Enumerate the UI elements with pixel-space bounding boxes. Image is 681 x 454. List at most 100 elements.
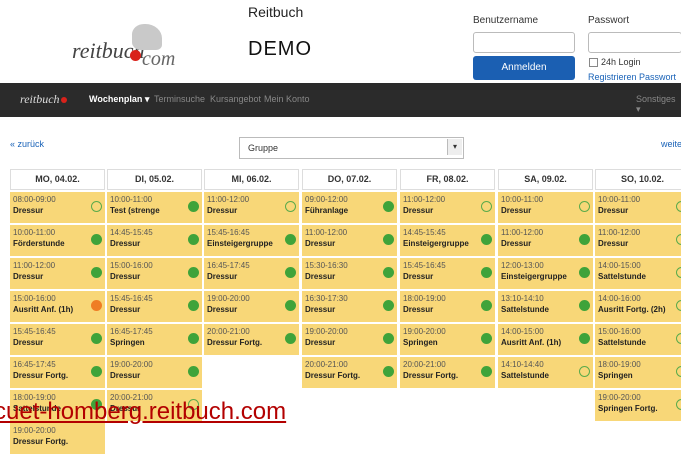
lesson-slot[interactable]: 14:45-15:45 Einsteigergruppe <box>400 225 495 256</box>
remember-checkbox[interactable]: 24h Login <box>589 57 641 68</box>
booked-dot-icon <box>481 300 492 311</box>
lesson-slot[interactable]: 15:45-16:45 Dressur <box>400 258 495 289</box>
slot-time: 15:45-16:45 <box>13 327 56 336</box>
nav-item-mein-konto[interactable]: Mein Konto <box>264 94 310 104</box>
lesson-slot[interactable]: 15:30-16:30 Dressur <box>302 258 397 289</box>
demo-title: DEMO <box>248 38 312 60</box>
site-url-link[interactable]: cuet-homberg.reitbuch.com <box>0 398 286 426</box>
lesson-slot[interactable]: 20:00-21:00 Dressur Fortg. <box>400 357 495 388</box>
lesson-slot[interactable]: 15:45-16:45 Dressur <box>10 324 105 355</box>
booked-dot-icon <box>285 333 296 344</box>
password-input[interactable] <box>588 32 681 53</box>
checkbox-icon <box>589 58 598 68</box>
register-link[interactable]: Registrieren Passwort <box>588 72 676 82</box>
lesson-slot[interactable]: 14:10-14:40 Sattelstunde <box>498 357 593 388</box>
slot-title: Einsteigergruppe <box>207 239 273 248</box>
lesson-slot[interactable]: 19:00-20:00 Dressur <box>107 357 202 388</box>
slot-title: Dressur <box>13 338 44 347</box>
lesson-slot[interactable]: 14:00-16:00 Ausritt Fortg. (2h) <box>595 291 681 322</box>
login-button[interactable]: Anmelden <box>473 56 575 80</box>
booked-dot-icon <box>188 267 199 278</box>
lesson-slot[interactable]: 14:00-15:00 Sattelstunde <box>595 258 681 289</box>
day-header: FR, 08.02. <box>400 169 495 190</box>
lesson-slot[interactable]: 20:00-21:00 Dressur Fortg. <box>204 324 299 355</box>
lesson-slot[interactable]: 10:00-11:00 Dressur <box>498 192 593 223</box>
slot-time: 20:00-21:00 <box>305 360 348 369</box>
lesson-slot[interactable]: 11:00-12:00 Dressur <box>400 192 495 223</box>
header: reitbuch com Reitbuch DEMO Benutzername … <box>0 0 681 83</box>
group-select[interactable]: Gruppe ▾ <box>239 137 464 159</box>
forward-link[interactable]: weite <box>661 139 681 149</box>
nav-item-sonstiges[interactable]: Sonstiges ▾ <box>636 94 681 115</box>
lesson-slot[interactable]: 15:00-16:00 Ausritt Anf. (1h) <box>10 291 105 322</box>
booked-dot-icon <box>285 300 296 311</box>
available-circle-icon <box>676 399 681 410</box>
lesson-slot[interactable]: 11:00-12:00 Dressur <box>204 192 299 223</box>
slot-title: Dressur <box>13 272 44 281</box>
lesson-slot[interactable]: 18:00-19:00 Dressur <box>400 291 495 322</box>
lesson-slot[interactable]: 16:45-17:45 Dressur Fortg. <box>10 357 105 388</box>
lesson-slot[interactable]: 10:00-11:00 Test (strenge <box>107 192 202 223</box>
nav-item-wochenplan[interactable]: Wochenplan ▾ <box>89 94 149 105</box>
slot-title: Einsteigergruppe <box>403 239 469 248</box>
username-input[interactable] <box>473 32 575 53</box>
slot-title: Dressur <box>598 239 629 248</box>
nav-logo-text: reitbuch <box>20 92 60 106</box>
nav-item-terminsuche[interactable]: Terminsuche <box>154 94 205 104</box>
lesson-slot[interactable]: 15:00-16:00 Sattelstunde <box>595 324 681 355</box>
booked-dot-icon <box>383 300 394 311</box>
lesson-slot[interactable]: 11:00-12:00 Dressur <box>595 225 681 256</box>
slot-title: Dressur <box>110 272 141 281</box>
lesson-slot[interactable]: 16:45-17:45 Dressur <box>204 258 299 289</box>
lesson-slot[interactable]: 14:45-15:45 Dressur <box>107 225 202 256</box>
slot-time: 19:00-20:00 <box>403 327 446 336</box>
lesson-slot[interactable]: 11:00-12:00 Dressur <box>498 225 593 256</box>
lesson-slot[interactable]: 20:00-21:00 Dressur Fortg. <box>302 357 397 388</box>
lesson-slot[interactable]: 14:00-15:00 Ausritt Anf. (1h) <box>498 324 593 355</box>
slot-time: 19:00-20:00 <box>207 294 250 303</box>
day-header: MO, 04.02. <box>10 169 105 190</box>
lesson-slot[interactable]: 19:00-20:00 Dressur <box>204 291 299 322</box>
lesson-slot[interactable]: 18:00-19:00 Springen <box>595 357 681 388</box>
group-select-value: Gruppe <box>248 143 279 153</box>
lesson-slot[interactable]: 15:00-16:00 Dressur <box>107 258 202 289</box>
lesson-slot[interactable]: 16:30-17:30 Dressur <box>302 291 397 322</box>
slot-title: Springen <box>598 371 633 380</box>
lesson-slot[interactable]: 12:00-13:00 Einsteigergruppe <box>498 258 593 289</box>
slot-time: 08:00-09:00 <box>13 195 56 204</box>
lesson-slot[interactable]: 19:00-20:00 Springen Fortg. <box>595 390 681 421</box>
slot-title: Springen <box>110 338 145 347</box>
lesson-slot[interactable]: 11:00-12:00 Dressur <box>10 258 105 289</box>
booked-dot-icon <box>188 201 199 212</box>
slot-title: Dressur Fortg. <box>13 371 69 380</box>
nav-item-kursangebot[interactable]: Kursangebot <box>210 94 261 104</box>
slot-time: 18:00-19:00 <box>403 294 446 303</box>
booked-dot-icon <box>91 366 102 377</box>
booked-dot-icon <box>383 267 394 278</box>
lesson-slot[interactable]: 13:10-14:10 Sattelstunde <box>498 291 593 322</box>
lesson-slot[interactable]: 10:00-11:00 Dressur <box>595 192 681 223</box>
lesson-slot[interactable]: 08:00-09:00 Dressur <box>10 192 105 223</box>
available-circle-icon <box>676 201 681 212</box>
remember-label: 24h Login <box>601 57 641 67</box>
lesson-slot[interactable]: 11:00-12:00 Dressur <box>302 225 397 256</box>
slot-title: Dressur <box>110 371 141 380</box>
back-link[interactable]: « zurück <box>10 139 44 149</box>
lesson-slot[interactable]: 15:45-16:45 Dressur <box>107 291 202 322</box>
slot-title: Führanlage <box>305 206 349 215</box>
nav-logo[interactable]: reitbuch <box>20 92 67 107</box>
waitlist-dot-icon <box>91 300 102 311</box>
lesson-slot[interactable]: 19:00-20:00 Dressur <box>302 324 397 355</box>
available-circle-icon <box>91 201 102 212</box>
slot-title: Sattelstunde <box>598 272 647 281</box>
day-column: DI, 05.02. 10:00-11:00 Test (strenge 14:45-… <box>107 169 202 421</box>
reitbuch-logo[interactable]: reitbuch com <box>72 24 175 70</box>
slot-title: Dressur Fortg. <box>403 371 459 380</box>
lesson-slot[interactable]: 16:45-17:45 Springen <box>107 324 202 355</box>
chevron-down-icon: ▾ <box>447 139 462 155</box>
lesson-slot[interactable]: 10:00-11:00 Förderstunde <box>10 225 105 256</box>
lesson-slot[interactable]: 19:00-20:00 Springen <box>400 324 495 355</box>
lesson-slot[interactable]: 15:45-16:45 Einsteigergruppe <box>204 225 299 256</box>
slot-time: 19:00-20:00 <box>110 360 153 369</box>
lesson-slot[interactable]: 09:00-12:00 Führanlage <box>302 192 397 223</box>
